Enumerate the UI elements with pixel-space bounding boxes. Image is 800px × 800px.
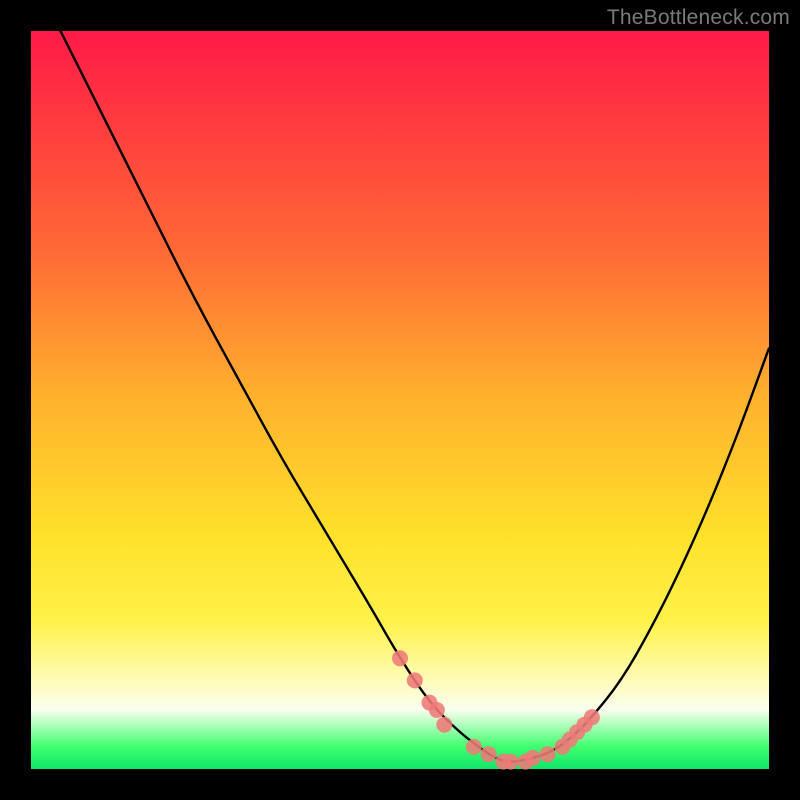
marker-dot bbox=[392, 650, 408, 666]
marker-dot bbox=[503, 754, 519, 770]
marker-dot bbox=[481, 746, 497, 762]
curve-svg bbox=[31, 31, 769, 769]
marker-dot bbox=[584, 709, 600, 725]
marker-dot bbox=[540, 746, 556, 762]
chart-frame: TheBottleneck.com bbox=[0, 0, 800, 800]
watermark-label: TheBottleneck.com bbox=[607, 6, 790, 30]
marker-dot bbox=[429, 702, 445, 718]
marker-dot bbox=[525, 750, 541, 766]
marker-dot bbox=[407, 672, 423, 688]
bottleneck-curve bbox=[61, 31, 770, 762]
highlight-markers bbox=[392, 650, 600, 769]
marker-dot bbox=[466, 739, 482, 755]
marker-dot bbox=[436, 717, 452, 733]
